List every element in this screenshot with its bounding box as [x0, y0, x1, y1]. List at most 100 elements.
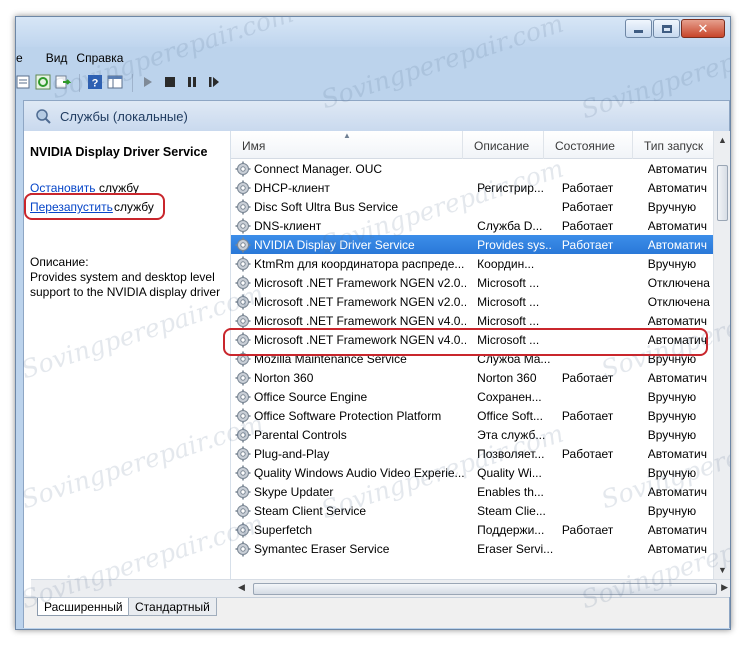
service-desc: Microsoft ... — [477, 275, 540, 290]
service-desc: Quality Wi... — [477, 465, 542, 480]
service-row[interactable]: KtmRm для координатора распреде... Коорди… — [231, 254, 714, 273]
service-state: Работает — [561, 408, 614, 423]
service-name: Superfetch — [254, 522, 313, 537]
tab-extended[interactable]: Расширенный — [37, 598, 130, 616]
properties-icon[interactable] — [107, 74, 123, 90]
stop-icon[interactable] — [162, 74, 178, 90]
service-row[interactable]: Plug-and-Play Позволяет... Работает Автомат… — [231, 444, 714, 463]
horizontal-scrollbar[interactable]: ◀ ▶ — [31, 579, 730, 597]
service-name: Office Software Protection Platform — [254, 408, 442, 423]
service-row[interactable]: Microsoft .NET Framework NGEN v2.0... Mic… — [231, 292, 714, 311]
scroll-left-icon[interactable]: ◀ — [238, 582, 245, 593]
service-row[interactable]: Skype Updater Enables th... Автоматич — [231, 482, 714, 501]
service-startup: Автоматич — [647, 370, 707, 385]
close-button[interactable]: ✕ — [681, 19, 725, 38]
tab-standard[interactable]: Стандартный — [128, 598, 217, 616]
horizontal-thumb[interactable] — [253, 583, 717, 595]
refresh-icon[interactable] — [35, 74, 51, 90]
service-row[interactable]: Parental Controls Эта служб... Вручную — [231, 425, 714, 444]
service-desc: Microsoft ... — [477, 313, 540, 328]
service-desc: Регистрир... — [477, 180, 544, 195]
service-gear-icon — [235, 427, 251, 443]
service-row[interactable]: Office Software Protection Platform Offic… — [231, 406, 714, 425]
column-state-label: Состояние — [555, 139, 615, 153]
service-row[interactable]: Microsoft .NET Framework NGEN v2.0... Mic… — [231, 273, 714, 292]
pause-icon[interactable] — [184, 74, 200, 90]
resume-icon[interactable] — [206, 74, 222, 90]
service-name: Microsoft .NET Framework NGEN v4.0... — [254, 313, 467, 328]
service-startup: Отключена — [647, 294, 710, 309]
column-header-startup[interactable]: Тип запуск — [633, 131, 714, 159]
column-header-description[interactable]: Описание — [463, 131, 544, 159]
service-gear-icon — [235, 180, 251, 196]
service-startup: Автоматич — [647, 541, 707, 556]
service-row[interactable]: Office Source Engine Сохранен... Вручную — [231, 387, 714, 406]
service-row[interactable]: DNS-клиент Служба D... Работает Автоматич — [231, 216, 714, 235]
service-row[interactable]: Connect Manager. OUC Автоматич — [231, 159, 714, 178]
services-window: ✕ е Вид Справка ? Службы (локальные) NVI… — [15, 16, 731, 630]
scroll-up-icon[interactable]: ▲ — [718, 135, 727, 145]
service-name: Quality Windows Audio Video Experie... — [254, 465, 465, 480]
service-gear-icon — [235, 389, 251, 405]
service-startup: Вручную — [647, 389, 697, 404]
panel-header: Службы (локальные) — [24, 101, 729, 131]
service-desc: Позволяет... — [477, 446, 545, 461]
service-gear-icon — [235, 522, 251, 538]
service-desc: Microsoft ... — [477, 294, 540, 309]
service-startup: Автоматич — [647, 180, 707, 195]
play-icon[interactable] — [140, 74, 156, 90]
menu-view[interactable]: Вид — [46, 51, 68, 65]
service-row[interactable]: Norton 360 Norton 360 Работает Автоматич — [231, 368, 714, 387]
service-gear-icon — [235, 541, 251, 557]
column-name-label: Имя — [242, 139, 266, 153]
service-state: Работает — [561, 180, 614, 195]
service-desc: Поддержи... — [477, 522, 545, 537]
highlight-box — [24, 193, 165, 220]
column-header-state[interactable]: Состояние — [544, 131, 633, 159]
minimize-button[interactable] — [625, 19, 652, 38]
service-name: Connect Manager. OUC — [254, 161, 383, 176]
service-desc: Eraser Servi... — [477, 541, 553, 556]
service-startup: Вручную — [647, 465, 697, 480]
service-row[interactable]: NVIDIA Display Driver Service Provides sy… — [231, 235, 714, 254]
service-gear-icon — [235, 256, 251, 272]
service-row[interactable]: Steam Client Service Steam Clie... Вручную — [231, 501, 714, 520]
list-icon[interactable] — [16, 74, 32, 90]
description-label: Описание: — [30, 255, 89, 269]
export-icon[interactable] — [55, 74, 71, 90]
service-startup: Вручную — [647, 503, 697, 518]
scroll-down-icon[interactable]: ▼ — [718, 565, 727, 575]
search-gear-icon — [36, 109, 51, 124]
services-list: ▲ Имя Описание Состояние Тип запуск Conne… — [223, 131, 730, 579]
menu-action[interactable]: е — [16, 51, 23, 65]
service-name: KtmRm для координатора распреде... — [254, 256, 465, 271]
service-row[interactable]: Superfetch Поддержи... Работает Автоматич — [231, 520, 714, 539]
scroll-right-icon[interactable]: ▶ — [721, 582, 728, 593]
title-bar[interactable]: ✕ — [16, 17, 730, 47]
maximize-button[interactable] — [653, 19, 680, 38]
service-name: NVIDIA Display Driver Service — [254, 237, 415, 252]
service-name: Steam Client Service — [254, 503, 367, 518]
service-startup: Автоматич — [647, 161, 707, 176]
help-icon[interactable]: ? — [87, 74, 103, 90]
service-row[interactable]: Symantec Eraser Service Eraser Servi... Ав… — [231, 539, 714, 558]
service-row[interactable]: Disc Soft Ultra Bus Service Работает Вручн… — [231, 197, 714, 216]
service-startup: Автоматич — [647, 522, 707, 537]
service-gear-icon — [235, 370, 251, 386]
service-startup: Вручную — [647, 408, 697, 423]
vertical-scrollbar[interactable]: ▲ ▼ — [713, 131, 730, 579]
menu-help[interactable]: Справка — [76, 51, 123, 65]
column-headers: ▲ Имя Описание Состояние Тип запуск — [231, 131, 714, 159]
svg-text:?: ? — [92, 78, 99, 90]
service-startup: Вручную — [647, 199, 697, 214]
service-gear-icon — [235, 446, 251, 462]
column-header-name[interactable]: ▲ Имя — [231, 131, 463, 159]
window-controls: ✕ — [624, 19, 725, 38]
service-startup: Отключена — [647, 275, 710, 290]
highlight-row-box — [223, 328, 708, 356]
service-row[interactable]: Quality Windows Audio Video Experie... Qu… — [231, 463, 714, 482]
scroll-thumb[interactable] — [717, 165, 728, 221]
menu-bar: е Вид Справка — [16, 49, 730, 67]
service-row[interactable]: DHCP-клиент Регистрир... Работает Автоматич — [231, 178, 714, 197]
service-gear-icon — [235, 484, 251, 500]
